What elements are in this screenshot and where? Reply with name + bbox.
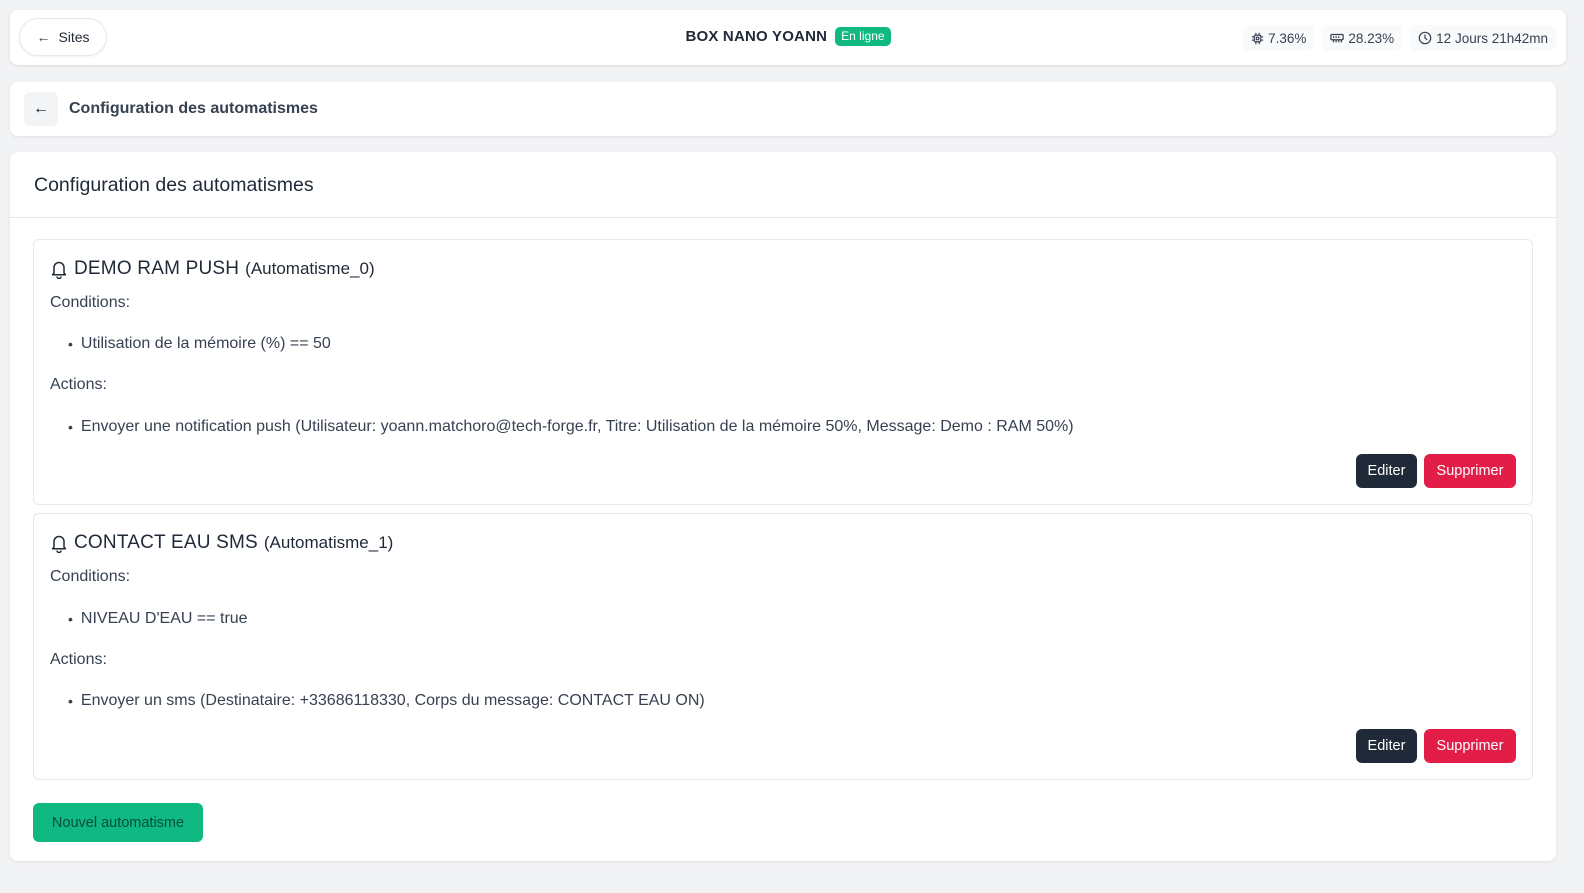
system-stats: 7.36% 28.23% 12 Jours 21h42mn	[1243, 25, 1556, 51]
condition-item: • NIVEAU D'EAU == true	[68, 610, 248, 627]
status-badge: En ligne	[835, 27, 891, 46]
automation-id: (Automatisme_0)	[245, 259, 375, 278]
ram-stat: 28.23%	[1322, 25, 1403, 51]
bell-icon	[51, 261, 67, 279]
delete-button[interactable]: Supprimer	[1424, 454, 1516, 488]
uptime-stat: 12 Jours 21h42mn	[1410, 25, 1556, 51]
edit-button[interactable]: Editer	[1356, 729, 1417, 763]
action-text: Envoyer un sms (Destinataire: +336861183…	[80, 692, 705, 709]
main-panel: Configuration des automatismes DEMO RAM …	[10, 152, 1556, 861]
bell-icon	[51, 535, 67, 553]
automation-title: CONTACT EAU SMS (Automatisme_1)	[50, 532, 393, 554]
condition-item: • Utilisation de la mémoire (%) == 50	[68, 335, 331, 352]
conditions-label: Conditions:	[50, 568, 131, 585]
action-item: • Envoyer une notification push (Utilisa…	[68, 418, 1074, 435]
uptime-value: 12 Jours 21h42mn	[1436, 30, 1548, 46]
condition-text: NIVEAU D'EAU == true	[80, 610, 248, 627]
action-item: • Envoyer un sms (Destinataire: +3368611…	[68, 692, 705, 709]
top-bar: ← Sites BOX NANO YOANN En ligne 7.36% 28…	[10, 10, 1566, 65]
automation-title: DEMO RAM PUSH (Automatisme_0)	[50, 258, 375, 280]
cpu-stat: 7.36%	[1243, 25, 1315, 51]
clock-icon	[1418, 31, 1432, 45]
ram-value: 28.23%	[1348, 30, 1395, 46]
automation-name: DEMO RAM PUSH	[74, 258, 240, 279]
delete-button[interactable]: Supprimer	[1424, 729, 1516, 763]
new-automation-button[interactable]: Nouvel automatisme	[33, 803, 203, 842]
condition-text: Utilisation de la mémoire (%) == 50	[80, 335, 331, 352]
main-header: Configuration des automatismes	[10, 152, 1556, 218]
automation-card: DEMO RAM PUSH (Automatisme_0) Conditions…	[33, 239, 1533, 505]
memory-icon	[1330, 33, 1345, 43]
automation-name: CONTACT EAU SMS	[74, 532, 258, 553]
page-title: Configuration des automatismes	[34, 174, 314, 196]
edit-button[interactable]: Editer	[1356, 454, 1417, 488]
actions-label: Actions:	[50, 376, 107, 393]
arrow-left-icon: ←	[33, 100, 49, 117]
conditions-label: Conditions:	[50, 294, 131, 311]
actions-label: Actions:	[50, 651, 107, 668]
breadcrumb-title: Configuration des automatismes	[69, 100, 318, 117]
cpu-value: 7.36%	[1268, 30, 1307, 46]
automation-card: CONTACT EAU SMS (Automatisme_1) Conditio…	[33, 513, 1533, 780]
breadcrumb: ← Configuration des automatismes	[10, 82, 1556, 136]
action-text: Envoyer une notification push (Utilisate…	[80, 418, 1074, 435]
cpu-icon	[1251, 32, 1264, 44]
device-name: BOX NANO YOANN	[685, 28, 828, 45]
back-button[interactable]: ←	[24, 92, 58, 126]
automation-id: (Automatisme_1)	[263, 533, 394, 552]
